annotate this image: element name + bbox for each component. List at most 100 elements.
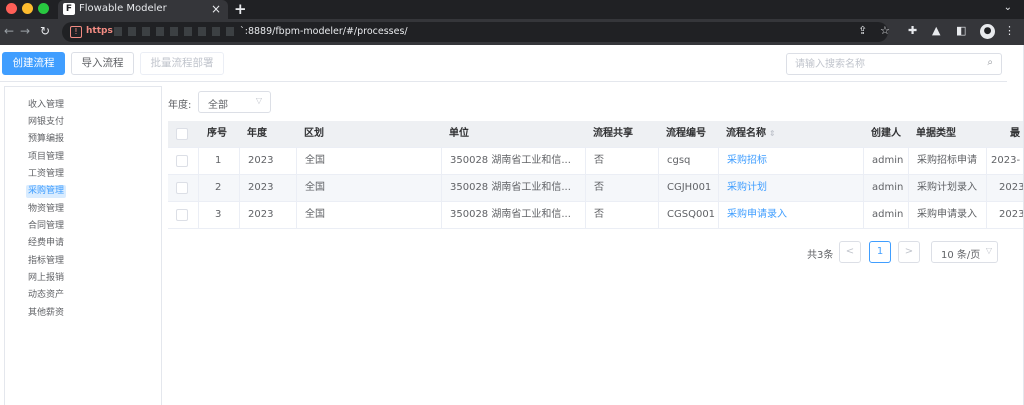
cell-creator: admin bbox=[863, 202, 908, 229]
col-header-process-name[interactable]: 流程名称 ⇕ bbox=[718, 121, 863, 148]
reload-icon[interactable]: ↻ bbox=[40, 24, 50, 38]
bookmark-star-icon[interactable]: ☆ bbox=[880, 24, 890, 37]
flask-icon[interactable]: ▲ bbox=[932, 24, 940, 37]
row-checkbox-cell bbox=[168, 148, 198, 175]
process-name-link[interactable]: 采购招标 bbox=[718, 148, 863, 175]
divider bbox=[0, 81, 1007, 82]
cell-region: 全国 bbox=[296, 202, 441, 229]
sidebar-item-funding-request[interactable]: 经费申请 bbox=[26, 237, 66, 250]
sidebar-item-contracts[interactable]: 合同管理 bbox=[26, 220, 66, 233]
sidebar-item-projects[interactable]: 项目管理 bbox=[26, 151, 66, 164]
page-number-button[interactable]: 1 bbox=[869, 241, 891, 263]
browser-toolbar: ← → ↻ ! https `:8889/fbpm-modeler/#/proc… bbox=[0, 19, 1024, 45]
cell-process-code: CGSQ001 bbox=[658, 202, 718, 229]
cell-process-code: CGJH001 bbox=[658, 175, 718, 202]
extensions-icon[interactable]: ✚ bbox=[908, 24, 917, 37]
row-checkbox[interactable] bbox=[176, 182, 188, 194]
page-size-value: 10 条/页 bbox=[941, 250, 981, 261]
search-input[interactable] bbox=[795, 57, 975, 71]
new-tab-button[interactable]: + bbox=[234, 0, 247, 18]
create-process-button[interactable]: 创建流程 bbox=[2, 52, 65, 75]
batch-deploy-button[interactable]: 批量流程部署 bbox=[140, 52, 224, 75]
side-panel-icon[interactable]: ◧ bbox=[956, 24, 966, 37]
category-sidebar: 收入管理 网银支付 预算编报 项目管理 工资管理 采购管理 物资管理 合同管理 … bbox=[4, 86, 162, 405]
sidebar-item-online-banking[interactable]: 网银支付 bbox=[26, 116, 66, 129]
cell-index: 3 bbox=[198, 202, 239, 229]
search-icon[interactable]: ⌕ bbox=[987, 57, 993, 68]
row-checkbox[interactable] bbox=[176, 155, 188, 167]
sidebar-item-materials[interactable]: 物资管理 bbox=[26, 203, 66, 216]
col-header-index: 序号 bbox=[207, 128, 227, 139]
sidebar-item-payroll[interactable]: 工资管理 bbox=[26, 168, 66, 181]
col-header-year: 年度 bbox=[247, 128, 267, 139]
maximize-window-button[interactable] bbox=[38, 3, 49, 14]
share-icon[interactable]: ⇪ bbox=[858, 24, 867, 37]
url-scheme: https bbox=[86, 26, 113, 36]
table-header-row: 序号 年度 区划 单位 流程共享 流程编号 流程名称 ⇕ 创建人 单据类型 最 bbox=[168, 121, 1024, 148]
col-header-last: 最 bbox=[1010, 128, 1020, 139]
sort-icon[interactable]: ⇕ bbox=[769, 129, 776, 138]
cell-year: 2023 bbox=[239, 175, 296, 202]
cell-region: 全国 bbox=[296, 148, 441, 175]
cell-region: 全国 bbox=[296, 175, 441, 202]
profile-avatar-icon[interactable]: ● bbox=[980, 24, 995, 39]
chevron-down-icon: ▽ bbox=[255, 96, 262, 105]
year-filter-label: 年度: bbox=[168, 100, 192, 111]
close-window-button[interactable] bbox=[6, 3, 17, 14]
pagination-total: 共3条 bbox=[807, 250, 834, 261]
col-header-process-name-label: 流程名称 bbox=[726, 128, 766, 139]
col-header-process-code: 流程编号 bbox=[666, 128, 706, 139]
year-select[interactable]: 全部 ▽ bbox=[198, 91, 271, 113]
cell-shared: 否 bbox=[585, 175, 658, 202]
row-checkbox[interactable] bbox=[176, 209, 188, 221]
cell-creator: admin bbox=[863, 148, 908, 175]
browser-tab-bar: F Flowable Modeler × + ⌄ bbox=[0, 0, 1024, 19]
col-header-doc-type: 单据类型 bbox=[916, 128, 956, 139]
import-process-button[interactable]: 导入流程 bbox=[71, 52, 134, 75]
sidebar-item-procurement[interactable]: 采购管理 bbox=[26, 185, 67, 198]
tab-close-icon[interactable]: × bbox=[211, 2, 221, 16]
flowable-logo-icon: F bbox=[63, 3, 75, 15]
col-header-unit: 单位 bbox=[449, 128, 469, 139]
table-row[interactable]: 1 2023 全国 350028 湖南省工业和信... 否 cgsq 采购招标 … bbox=[168, 148, 1024, 175]
year-select-value: 全部 bbox=[208, 100, 228, 111]
process-name-link[interactable]: 采购计划 bbox=[718, 175, 863, 202]
table-row[interactable]: 3 2023 全国 350028 湖南省工业和信... 否 CGSQ001 采购… bbox=[168, 202, 1024, 229]
process-name-link[interactable]: 采购申请录入 bbox=[718, 202, 863, 229]
cell-unit: 350028 湖南省工业和信... bbox=[441, 175, 585, 202]
browser-tab[interactable]: F Flowable Modeler × bbox=[58, 0, 228, 19]
menu-kebab-icon[interactable]: ⋮ bbox=[1004, 24, 1015, 37]
not-secure-icon[interactable]: ! bbox=[70, 26, 82, 38]
cell-last: 2023- bbox=[986, 148, 1024, 175]
minimize-window-button[interactable] bbox=[22, 3, 33, 14]
col-header-shared: 流程共享 bbox=[593, 128, 633, 139]
sidebar-item-indicators[interactable]: 指标管理 bbox=[26, 255, 66, 268]
cell-index: 2 bbox=[198, 175, 239, 202]
page-size-select[interactable]: 10 条/页 ▽ bbox=[931, 241, 998, 263]
row-checkbox-cell bbox=[168, 175, 198, 202]
cell-shared: 否 bbox=[585, 202, 658, 229]
cell-doc-type: 采购计划录入 bbox=[908, 175, 986, 202]
select-all-checkbox[interactable] bbox=[176, 128, 188, 140]
sidebar-item-reimbursement[interactable]: 网上报销 bbox=[26, 272, 66, 285]
redacted-host bbox=[114, 27, 239, 36]
back-icon[interactable]: ← bbox=[4, 24, 14, 38]
cell-unit: 350028 湖南省工业和信... bbox=[441, 202, 585, 229]
address-bar[interactable]: ! https `:8889/fbpm-modeler/#/processes/ bbox=[62, 22, 888, 42]
url-text: `:8889/fbpm-modeler/#/processes/ bbox=[240, 26, 408, 37]
cell-shared: 否 bbox=[585, 148, 658, 175]
tab-title: Flowable Modeler bbox=[79, 3, 167, 14]
cell-index: 1 bbox=[198, 148, 239, 175]
forward-icon[interactable]: → bbox=[20, 24, 30, 38]
row-checkbox-cell bbox=[168, 202, 198, 229]
sidebar-item-dynamic-assets[interactable]: 动态资产 bbox=[26, 289, 66, 302]
sidebar-item-revenue[interactable]: 收入管理 bbox=[26, 99, 66, 112]
sidebar-item-other-salary[interactable]: 其他薪资 bbox=[26, 307, 66, 320]
prev-page-button[interactable]: < bbox=[839, 241, 861, 263]
chevron-down-icon: ▽ bbox=[985, 246, 992, 255]
cell-process-code: cgsq bbox=[658, 148, 718, 175]
tab-search-icon[interactable]: ⌄ bbox=[1004, 2, 1012, 13]
table-row[interactable]: 2 2023 全国 350028 湖南省工业和信... 否 CGJH001 采购… bbox=[168, 175, 1024, 202]
sidebar-item-budget[interactable]: 预算编报 bbox=[26, 133, 66, 146]
next-page-button[interactable]: > bbox=[898, 241, 920, 263]
